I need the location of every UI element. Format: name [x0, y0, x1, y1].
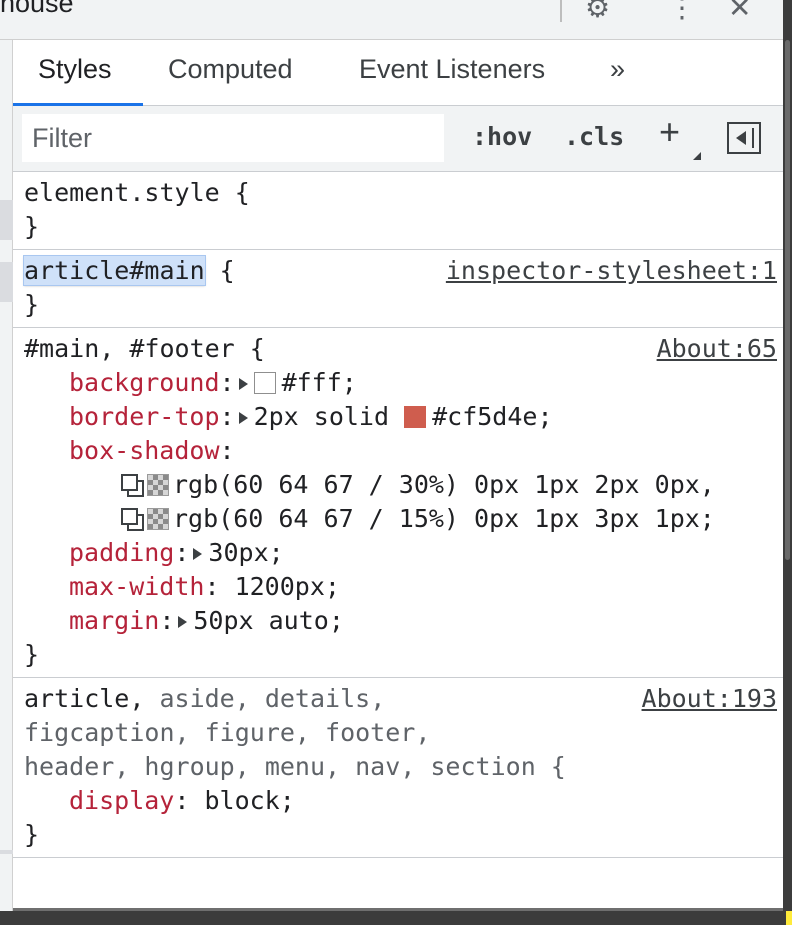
selector-unmatched[interactable]: header, hgroup, menu, nav, section { — [24, 752, 566, 781]
expand-arrow-icon[interactable] — [238, 378, 248, 390]
property-value-color[interactable]: #cf5d4e; — [432, 402, 552, 431]
rule-source-link[interactable]: inspector-stylesheet:1 — [446, 254, 777, 288]
sidebar-tabs: Styles Computed Event Listeners » — [13, 40, 783, 106]
rule-close-brace: } — [24, 212, 40, 241]
property-border-top[interactable]: border-top: 2px solid #cf5d4e; — [24, 400, 783, 434]
color-swatch[interactable] — [253, 372, 276, 394]
rule-source-link[interactable]: About:65 — [657, 332, 777, 366]
property-padding[interactable]: padding: 30px; — [24, 536, 783, 570]
corner-mark — [786, 911, 792, 925]
rule-close-brace: } — [24, 640, 40, 669]
property-value[interactable]: 30px; — [208, 538, 283, 567]
gear-icon[interactable]: ⚙ — [585, 0, 610, 22]
toggle-bar — [752, 128, 754, 148]
property-value[interactable]: block; — [204, 786, 294, 815]
property-value[interactable]: #fff; — [282, 368, 357, 397]
new-style-rule-button[interactable]: + — [659, 114, 680, 150]
titlebar-divider — [560, 0, 562, 22]
styles-toolbar: :hov .cls + — [13, 106, 783, 172]
box-shadow-value-2[interactable]: rgb(60 64 67 / 15%) 0px 1px 3px 1px; — [24, 502, 783, 536]
box-shadow-value-1[interactable]: rgb(60 64 67 / 30%) 0px 1px 2px 0px, — [24, 468, 783, 502]
rule-selector[interactable]: article#main — [23, 255, 206, 286]
property-name[interactable]: display — [69, 786, 174, 815]
tab-event-listeners[interactable]: Event Listeners — [359, 54, 545, 85]
property-name[interactable]: max-width — [69, 572, 204, 601]
bottom-edge — [0, 911, 792, 925]
selector-unmatched[interactable]: figcaption, figure, footer, — [24, 718, 430, 747]
tab-computed[interactable]: Computed — [168, 54, 293, 85]
color-swatch[interactable] — [147, 474, 169, 496]
property-display[interactable]: display: block; — [24, 784, 783, 818]
rule-close-brace: } — [24, 820, 40, 849]
property-name[interactable]: padding — [69, 538, 174, 567]
edge-mark — [0, 262, 13, 302]
rule-main-footer: About:65 #main, #footer { background: #ff… — [13, 328, 783, 678]
filter-input[interactable] — [22, 114, 444, 162]
shadow-editor-icon[interactable] — [121, 474, 144, 497]
toggle-arrow — [736, 131, 746, 145]
shadow-editor-icon[interactable] — [121, 508, 144, 531]
selector-match[interactable]: article, — [24, 684, 144, 713]
property-box-shadow[interactable]: box-shadow: — [24, 434, 783, 468]
scrollbar[interactable] — [783, 0, 792, 925]
property-name[interactable]: margin — [69, 606, 159, 635]
property-background[interactable]: background: #fff; — [24, 366, 783, 400]
property-name[interactable]: border-top — [69, 402, 220, 431]
hov-button[interactable]: :hov — [472, 122, 532, 151]
expand-arrow-icon[interactable] — [193, 548, 203, 560]
rule-open-brace: { — [204, 256, 235, 285]
edge-mark — [0, 200, 13, 240]
elements-panel-edge — [0, 0, 13, 925]
toggle-sidebar-icon[interactable] — [727, 122, 761, 154]
cls-button[interactable]: .cls — [564, 122, 624, 151]
rule-close-brace: } — [24, 290, 40, 319]
edge-mark — [0, 850, 13, 854]
close-icon[interactable]: ✕ — [728, 0, 751, 22]
selector-unmatched[interactable]: aside, details, — [144, 684, 385, 713]
rule-article-main: inspector-stylesheet:1 article#main { } — [13, 250, 783, 328]
property-name[interactable]: background — [69, 368, 220, 397]
expand-arrow-icon[interactable] — [238, 412, 248, 424]
property-value[interactable]: rgb(60 64 67 / 15%) 0px 1px 3px 1px; — [173, 504, 715, 533]
property-margin[interactable]: margin: 50px auto; — [24, 604, 783, 638]
property-value[interactable]: 50px auto; — [193, 606, 344, 635]
expand-arrow-icon[interactable] — [178, 616, 188, 628]
property-value[interactable]: 1200px; — [235, 572, 340, 601]
rule-selector[interactable]: #main, #footer — [24, 334, 235, 363]
property-value[interactable]: rgb(60 64 67 / 30%) 0px 1px 2px 0px, — [173, 470, 715, 499]
property-max-width[interactable]: max-width: 1200px; — [24, 570, 783, 604]
window-title: house — [0, 0, 74, 18]
rule-article-group: About:193 article, aside, details, figca… — [13, 678, 783, 858]
new-rule-menu-indicator[interactable] — [693, 152, 701, 160]
property-value[interactable]: 2px solid — [254, 402, 405, 431]
styles-pane: element.style { } inspector-stylesheet:1… — [13, 172, 783, 858]
color-swatch[interactable] — [404, 406, 427, 428]
rule-element-style: element.style { } — [13, 172, 783, 250]
color-swatch[interactable] — [147, 508, 169, 530]
rule-selector[interactable]: element.style { — [24, 176, 783, 210]
devtools-titlebar: house ⚙ ⋮ ✕ — [0, 0, 783, 40]
scrollbar-thumb[interactable] — [785, 40, 790, 560]
property-name[interactable]: box-shadow — [69, 436, 220, 465]
tab-styles[interactable]: Styles — [38, 54, 112, 85]
rule-source-link[interactable]: About:193 — [642, 682, 777, 716]
more-vertical-icon[interactable]: ⋮ — [668, 0, 696, 22]
more-tabs-button[interactable]: » — [610, 54, 625, 85]
rule-open-brace: { — [234, 334, 265, 363]
